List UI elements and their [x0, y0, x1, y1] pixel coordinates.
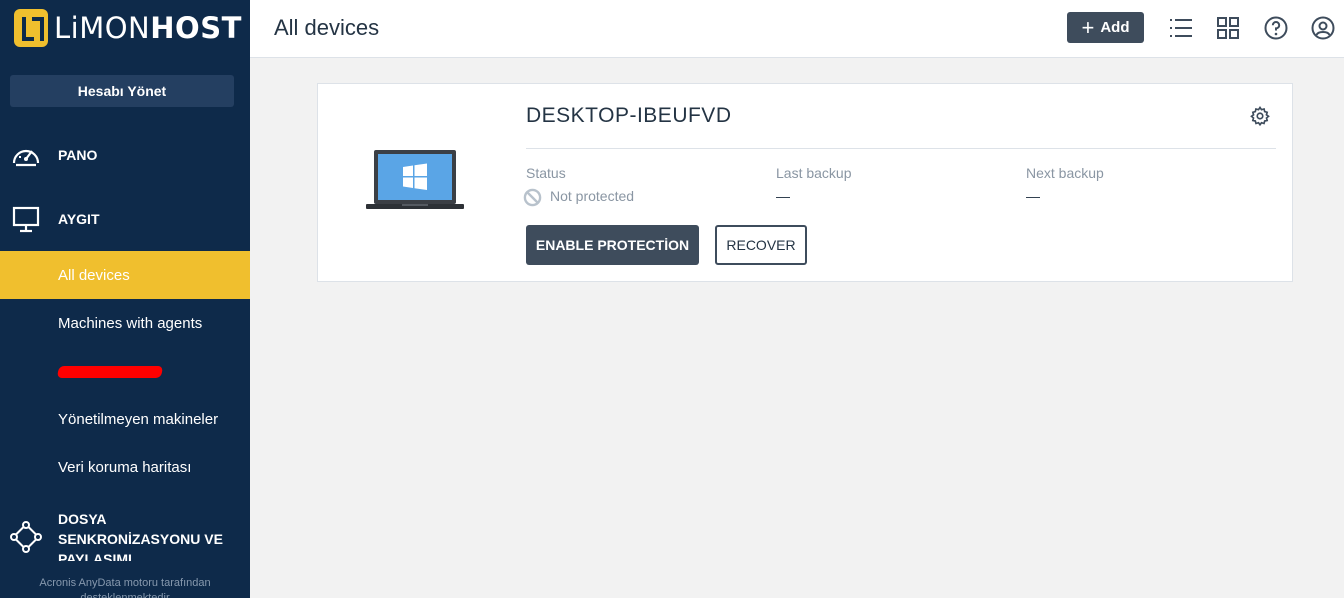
add-button-label: Add [1100, 19, 1130, 36]
not-protected-icon [523, 188, 542, 207]
list-view-icon[interactable] [1167, 14, 1195, 42]
sidebar-item-all-devices[interactable]: All devices [0, 251, 250, 299]
sidebar-item-machines-with-agents[interactable]: Machines with agents [0, 299, 250, 347]
nav-section-aygit[interactable]: AYGIT [0, 203, 250, 235]
powered-by-note: Acronis AnyData motoru tarafından destek… [39, 577, 211, 598]
nav-section-label: PANO [58, 147, 98, 163]
recover-button[interactable]: RECOVER [715, 225, 807, 265]
redacted-sidebar-item[interactable] [56, 366, 164, 378]
limonhost-logo-icon [14, 9, 48, 47]
sidebar-item-label: Machines with agents [58, 314, 203, 332]
sidebar-item-data-protection-map[interactable]: Veri koruma haritası [0, 443, 250, 491]
top-bar: All devices + Add [250, 0, 1344, 58]
add-button[interactable]: + Add [1067, 12, 1144, 43]
sidebar-item-label: Yönetilmeyen makineler [58, 410, 219, 428]
card-divider [526, 148, 1276, 149]
last-backup-label: Last backup [776, 165, 852, 181]
brand-name: LiMONHOST [54, 11, 242, 45]
sidebar-item-label: All devices [58, 266, 130, 284]
next-backup-value: — [1026, 188, 1040, 204]
manage-account-button[interactable]: Hesabı Yönet [10, 75, 234, 107]
plus-icon: + [1081, 14, 1095, 40]
help-icon[interactable] [1262, 14, 1290, 42]
laptop-windows-icon [366, 150, 464, 209]
nav-section-pano[interactable]: PANO [0, 139, 250, 171]
dashboard-gauge-icon [12, 149, 40, 167]
next-backup-label: Next backup [1026, 165, 1104, 181]
user-account-icon[interactable] [1309, 14, 1337, 42]
file-sync-share-icon [10, 521, 42, 553]
nav-section-file-sync[interactable]: DOSYA SENKRONİZASYONU VE PAYLAŞIMI [58, 509, 238, 561]
status-label: Status [526, 165, 566, 181]
sidebar: LiMONHOST Hesabı Yönet PANO AYGIT All de… [0, 0, 250, 598]
grid-view-icon[interactable] [1214, 14, 1242, 42]
sidebar-item-label: Veri koruma haritası [58, 458, 192, 476]
device-card[interactable]: DESKTOP-IBEUFVD Status Not protected Las… [317, 83, 1293, 282]
status-value: Not protected [550, 188, 635, 204]
page-title: All devices [274, 15, 380, 40]
brand-logo[interactable]: LiMONHOST [14, 8, 242, 48]
monitor-icon [12, 206, 40, 233]
enable-protection-button[interactable]: ENABLE PROTECTİON [526, 225, 699, 265]
gear-icon[interactable] [1250, 106, 1270, 126]
device-name: DESKTOP-IBEUFVD [526, 104, 732, 127]
last-backup-value: — [776, 188, 790, 204]
nav-section-label: AYGIT [58, 211, 100, 227]
sidebar-item-unmanaged-machines[interactable]: Yönetilmeyen makineler [0, 395, 250, 443]
